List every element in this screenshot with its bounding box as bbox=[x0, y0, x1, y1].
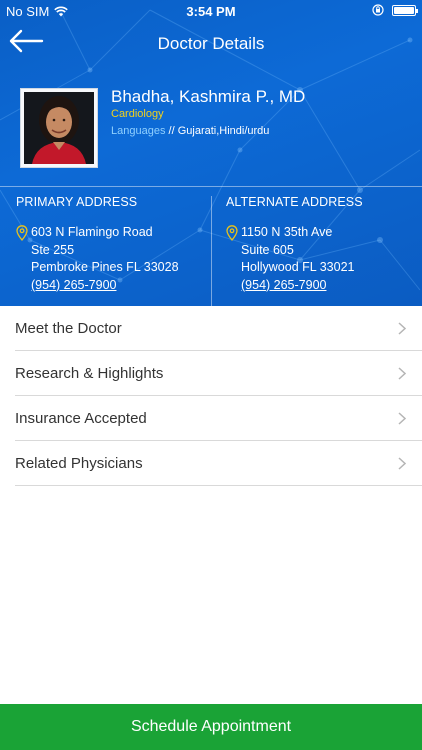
doctor-photo-frame bbox=[20, 88, 98, 168]
primary-address-line1: 603 N Flamingo Road bbox=[31, 225, 153, 239]
alternate-address-block[interactable]: 1150 N 35th Ave Suite 605 Hollywood FL 3… bbox=[226, 224, 416, 294]
menu-item-meet-the-doctor[interactable]: Meet the Doctor bbox=[15, 306, 422, 351]
chevron-right-icon bbox=[398, 322, 406, 335]
primary-address-line2: Ste 255 bbox=[31, 242, 75, 257]
location-pin-icon bbox=[226, 225, 238, 241]
location-pin-icon bbox=[16, 225, 28, 241]
address-column-divider bbox=[211, 196, 212, 306]
primary-address-heading: PRIMARY ADDRESS bbox=[16, 195, 138, 209]
menu-item-insurance-accepted[interactable]: Insurance Accepted bbox=[15, 396, 422, 441]
doctor-name: Bhadha, Kashmira P., MD bbox=[111, 87, 306, 106]
page-title: Doctor Details bbox=[157, 34, 265, 53]
doctor-photo bbox=[24, 92, 94, 164]
doctor-header: No SIM 3:54 PM Doctor Details Bhadha, Ka… bbox=[0, 0, 422, 306]
menu-item-label: Insurance Accepted bbox=[15, 409, 147, 427]
menu-item-label: Research & Highlights bbox=[15, 364, 164, 382]
status-time: 3:54 PM bbox=[186, 4, 236, 19]
menu-item-research-highlights[interactable]: Research & Highlights bbox=[15, 351, 422, 396]
navigation-bar: Doctor Details bbox=[0, 22, 422, 66]
chevron-right-icon bbox=[398, 367, 406, 380]
address-top-divider bbox=[0, 186, 422, 187]
status-bar: No SIM 3:54 PM bbox=[0, 0, 422, 22]
alternate-address-line3: Hollywood FL 33021 bbox=[241, 260, 355, 274]
primary-phone-link[interactable]: (954) 265-7900 bbox=[31, 277, 206, 295]
schedule-appointment-button[interactable]: Schedule Appointment bbox=[0, 704, 422, 750]
doctor-detail-menu: Meet the Doctor Research & Highlights In… bbox=[15, 306, 422, 486]
chevron-right-icon bbox=[398, 412, 406, 425]
menu-item-related-physicians[interactable]: Related Physicians bbox=[15, 441, 422, 486]
primary-address-block[interactable]: 603 N Flamingo Road Ste 255 Pembroke Pin… bbox=[16, 224, 206, 294]
languages-label[interactable]: Languages bbox=[111, 125, 165, 137]
schedule-appointment-label: Schedule Appointment bbox=[130, 718, 292, 735]
primary-address: PRIMARY ADDRESS 603 N Flamingo Road Ste … bbox=[16, 195, 206, 294]
doctor-languages: Languages // Gujarati,Hindi/urdu bbox=[111, 125, 269, 137]
alternate-address-line1: 1150 N 35th Ave bbox=[241, 225, 333, 239]
languages-value: Gujarati,Hindi/urdu bbox=[177, 125, 270, 137]
menu-item-label: Related Physicians bbox=[15, 454, 143, 472]
doctor-specialty: Cardiology bbox=[111, 108, 164, 120]
alternate-address-heading: ALTERNATE ADDRESS bbox=[226, 195, 363, 209]
languages-separator: // bbox=[168, 125, 175, 137]
primary-address-line3: Pembroke Pines FL 33028 bbox=[31, 260, 179, 274]
alternate-phone-link[interactable]: (954) 265-7900 bbox=[241, 277, 416, 295]
alternate-address: ALTERNATE ADDRESS 1150 N 35th Ave Suite … bbox=[226, 195, 416, 294]
alternate-address-line2: Suite 605 bbox=[241, 242, 294, 257]
menu-item-label: Meet the Doctor bbox=[15, 319, 122, 337]
battery-icon bbox=[392, 4, 418, 16]
chevron-right-icon bbox=[398, 457, 406, 470]
orientation-lock-icon bbox=[372, 4, 384, 16]
